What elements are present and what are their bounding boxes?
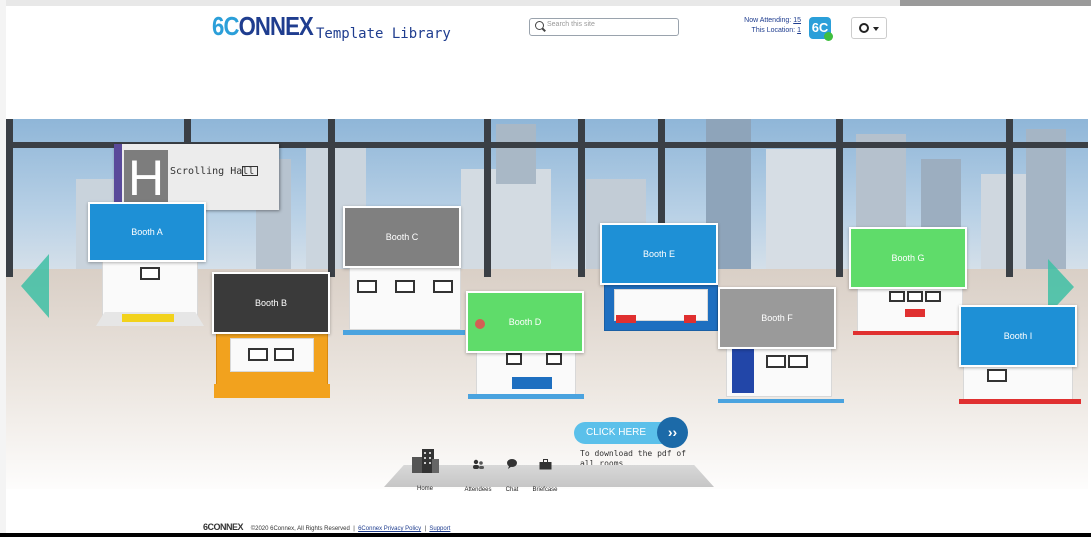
booth-f[interactable]: Booth F: [718, 287, 844, 407]
footer: 6CONNEX ©2020 6Connex, All Rights Reserv…: [203, 522, 451, 532]
booth-a[interactable]: Booth A: [88, 202, 213, 332]
booth-g[interactable]: Booth G: [849, 227, 974, 347]
hall-scene: H Scrolling Hall Booth A Booth B Booth C…: [6, 119, 1088, 489]
nav-attendees[interactable]: Attendees: [459, 487, 497, 493]
scroll-left-arrow-icon[interactable]: [21, 254, 49, 318]
this-location-count[interactable]: 1: [797, 27, 801, 34]
nav-home[interactable]: Home: [414, 486, 436, 492]
hall-sign: H Scrolling Hall: [114, 144, 279, 210]
booth-label: Booth C: [343, 206, 461, 268]
app-frame: 6CONNEX Template Library Search this sit…: [6, 6, 1088, 534]
booth-label: Booth F: [718, 287, 836, 349]
search-icon: [535, 21, 544, 30]
booth-e[interactable]: Booth E: [600, 223, 725, 343]
site-title: Template Library: [316, 26, 451, 42]
nav-chat[interactable]: Chat: [502, 487, 522, 493]
settings-menu-button[interactable]: [851, 17, 887, 39]
chat-bubble-icon[interactable]: [506, 458, 518, 469]
booth-i[interactable]: Booth I: [959, 305, 1084, 410]
mouse-cursor-icon: [475, 319, 485, 329]
search-input[interactable]: Search this site: [529, 18, 679, 36]
gear-icon: [859, 23, 869, 33]
online-dot: [824, 32, 833, 41]
briefcase-icon[interactable]: [539, 459, 552, 470]
booth-label: Booth A: [88, 202, 206, 262]
double-chevron-right-icon[interactable]: ››: [657, 417, 688, 448]
home-building-icon[interactable]: [410, 447, 440, 473]
booth-label: Booth G: [849, 227, 967, 289]
booth-label: Booth E: [600, 223, 718, 285]
booth-b[interactable]: Booth B: [212, 272, 332, 407]
status-badge-icon[interactable]: 6C: [809, 17, 833, 41]
privacy-policy-link[interactable]: 6Connex Privacy Policy: [358, 526, 421, 532]
hall-letter: H: [124, 150, 168, 206]
footer-logo: 6CONNEX: [203, 522, 244, 532]
top-header: 6CONNEX Template Library Search this sit…: [6, 6, 1088, 46]
copyright-text: ©2020 6Connex, All Rights Reserved: [250, 526, 350, 532]
booth-label: Booth I: [959, 305, 1077, 367]
monitor-icon: [242, 166, 258, 176]
support-link[interactable]: Support: [429, 526, 450, 532]
attendance-counter: Now Attending: 15 This Location: 1: [744, 17, 801, 34]
brand-logo[interactable]: 6CONNEX: [212, 11, 314, 42]
now-attending-count[interactable]: 15: [793, 17, 801, 24]
booth-d[interactable]: Booth D: [466, 291, 591, 411]
booth-label: Booth B: [212, 272, 330, 334]
booth-c[interactable]: Booth C: [343, 206, 468, 341]
chevron-down-icon: [873, 27, 879, 31]
attendees-icon[interactable]: [472, 458, 484, 470]
search-placeholder: Search this site: [547, 21, 595, 28]
nav-briefcase[interactable]: Briefcase: [526, 487, 564, 493]
